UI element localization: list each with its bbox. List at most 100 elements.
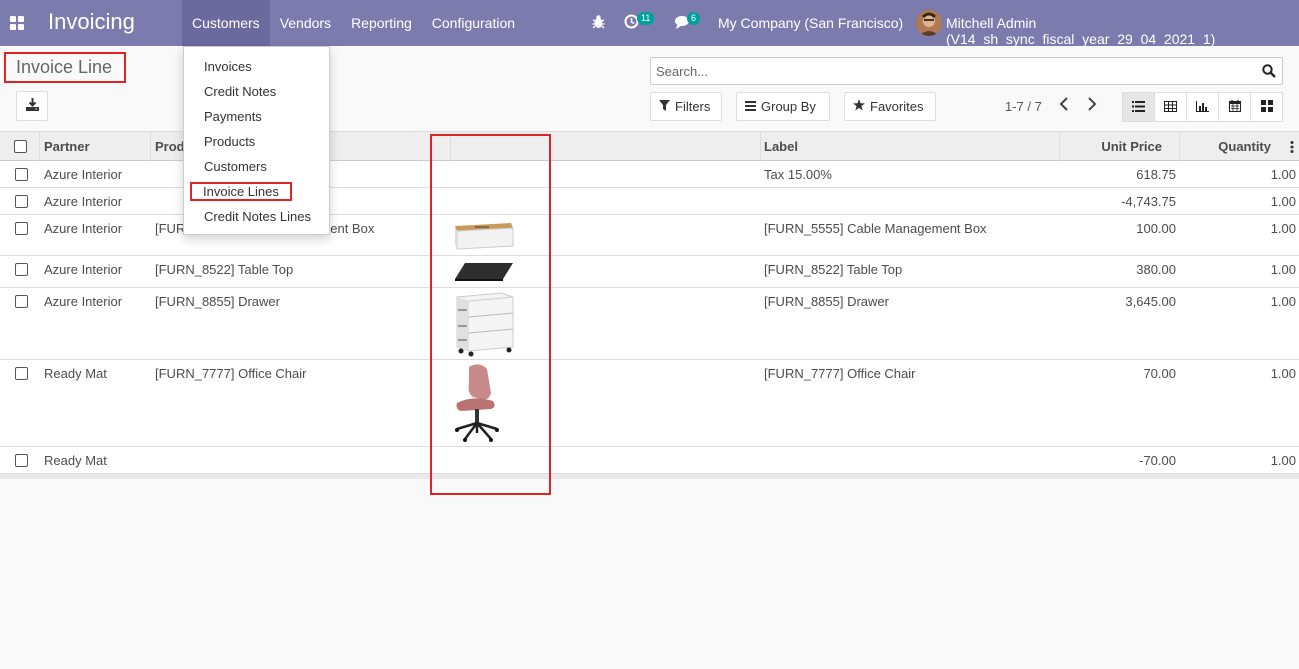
cell-partner: Azure Interior (44, 221, 123, 236)
bug-icon[interactable] (592, 14, 605, 32)
group-by-label: Group By (761, 99, 816, 114)
view-switcher (1122, 92, 1283, 122)
apps-menu-icon[interactable] (10, 16, 24, 30)
column-image[interactable] (451, 132, 761, 161)
cell-partner: Azure Interior (44, 167, 123, 182)
menu-item-invoice-lines[interactable]: Invoice Lines (184, 179, 329, 204)
kanban-view-button[interactable] (1250, 92, 1283, 122)
optional-columns-icon[interactable] (1286, 132, 1299, 161)
menu-vendors[interactable]: Vendors (270, 0, 341, 46)
cell-quantity: 1.00 (1270, 194, 1296, 209)
pager-value[interactable]: 1-7 / 7 (1005, 99, 1042, 114)
product-image-drawer (453, 291, 515, 360)
pager-previous-icon[interactable] (1059, 97, 1069, 114)
table-footer (0, 474, 1299, 479)
user-avatar[interactable] (916, 10, 942, 36)
cell-quantity: 1.00 (1270, 167, 1296, 182)
group-by-button[interactable]: Group By (736, 92, 830, 121)
filters-label: Filters (675, 99, 711, 114)
activity-badge: 11 (637, 12, 655, 25)
select-all-cell (0, 132, 40, 161)
cell-product: [FURN_8522] Table Top (155, 262, 294, 277)
cell-label: [FURN_7777] Office Chair (764, 366, 916, 381)
cell-unit-price: -70.00 (1139, 453, 1176, 468)
star-icon (853, 99, 865, 114)
calendar-icon (1228, 99, 1241, 115)
menu-item-credit-notes-lines[interactable]: Credit Notes Lines (184, 204, 329, 229)
app-brand[interactable]: Invoicing (48, 9, 135, 35)
cell-label: [FURN_8855] Drawer (764, 294, 889, 309)
cell-quantity: 1.00 (1270, 366, 1296, 381)
cell-unit-price: 100.00 (1136, 221, 1176, 236)
column-partner[interactable]: Partner (40, 132, 151, 161)
menu-item-payments[interactable]: Payments (184, 104, 329, 129)
list-view-button[interactable] (1122, 92, 1155, 122)
download-icon (25, 98, 39, 114)
search-input[interactable] (651, 58, 1241, 84)
menu-item-customers[interactable]: Customers (184, 154, 329, 179)
company-switcher[interactable]: My Company (San Francisco) (718, 15, 903, 31)
table-row[interactable]: Azure Interior [FURN_8855] Drawer [FURN_… (0, 288, 1299, 360)
top-navbar: Invoicing Customers Vendors Reporting Co… (0, 0, 1299, 47)
cell-label: [FURN_8522] Table Top (764, 262, 903, 277)
column-unit-price[interactable]: Unit Price (1060, 132, 1180, 161)
filters-button[interactable]: Filters (650, 92, 722, 121)
menu-item-credit-notes[interactable]: Credit Notes (184, 79, 329, 104)
cell-partner: Ready Mat (44, 366, 107, 381)
product-image-office-chair (453, 363, 503, 446)
row-checkbox[interactable] (15, 168, 28, 181)
calendar-view-button[interactable] (1218, 92, 1251, 122)
table-row[interactable]: Ready Mat -70.00 1.00 (0, 447, 1299, 474)
menu-item-invoice-lines-label: Invoice Lines (190, 182, 292, 201)
cell-partner: Azure Interior (44, 262, 123, 277)
row-checkbox[interactable] (15, 222, 28, 235)
bar-chart-icon (1196, 100, 1209, 115)
pager-next-icon[interactable] (1087, 97, 1097, 114)
search-bar (650, 57, 1283, 85)
row-checkbox[interactable] (15, 295, 28, 308)
cell-product: [FURN_7777] Office Chair (155, 366, 307, 381)
row-checkbox[interactable] (15, 263, 28, 276)
select-all-checkbox[interactable] (14, 140, 27, 153)
menu-reporting[interactable]: Reporting (341, 0, 422, 46)
customers-dropdown-menu: Invoices Credit Notes Payments Products … (183, 46, 330, 235)
menu-customers[interactable]: Customers (182, 0, 270, 46)
pivot-view-button[interactable] (1154, 92, 1187, 122)
list-icon (1132, 100, 1145, 115)
column-label[interactable]: Label (760, 132, 1060, 161)
export-button[interactable] (16, 91, 48, 121)
menu-item-invoices[interactable]: Invoices (184, 54, 329, 79)
row-checkbox[interactable] (15, 367, 28, 380)
menu-configuration[interactable]: Configuration (422, 0, 525, 46)
table-row[interactable]: Ready Mat [FURN_7777] Office Chair [FURN… (0, 360, 1299, 447)
row-checkbox[interactable] (15, 195, 28, 208)
row-checkbox[interactable] (15, 454, 28, 467)
user-menu[interactable]: Mitchell Admin (V14_sh_sync_fiscal_year_… (946, 15, 1299, 47)
menu-item-products[interactable]: Products (184, 129, 329, 154)
cell-label: [FURN_5555] Cable Management Box (764, 221, 987, 236)
cell-quantity: 1.00 (1270, 294, 1296, 309)
cell-product-tail: nent Box (323, 221, 375, 236)
messages-badge: 6 (687, 12, 701, 25)
graph-view-button[interactable] (1186, 92, 1219, 122)
column-quantity[interactable]: Quantity (1180, 132, 1285, 161)
kanban-icon (1260, 99, 1273, 115)
filter-icon (659, 99, 670, 114)
cell-unit-price: -4,743.75 (1121, 194, 1176, 209)
cell-quantity: 1.00 (1270, 221, 1296, 236)
favorites-button[interactable]: Favorites (844, 92, 936, 121)
table-row[interactable]: Azure Interior [FURN_8522] Table Top [FU… (0, 256, 1299, 288)
cell-unit-price: 618.75 (1136, 167, 1176, 182)
cell-partner: Azure Interior (44, 194, 123, 209)
favorites-label: Favorites (870, 99, 924, 114)
cell-product: [FUR (155, 221, 186, 236)
cell-quantity: 1.00 (1270, 262, 1296, 277)
search-icon[interactable] (1262, 64, 1276, 81)
main-menu: Customers Vendors Reporting Configuratio… (182, 0, 525, 46)
cell-unit-price: 380.00 (1136, 262, 1176, 277)
cell-unit-price: 70.00 (1143, 366, 1176, 381)
product-image-table-top (453, 261, 515, 286)
product-image-cable-box (453, 220, 515, 255)
cell-product: [FURN_8855] Drawer (155, 294, 280, 309)
cell-partner: Ready Mat (44, 453, 107, 468)
